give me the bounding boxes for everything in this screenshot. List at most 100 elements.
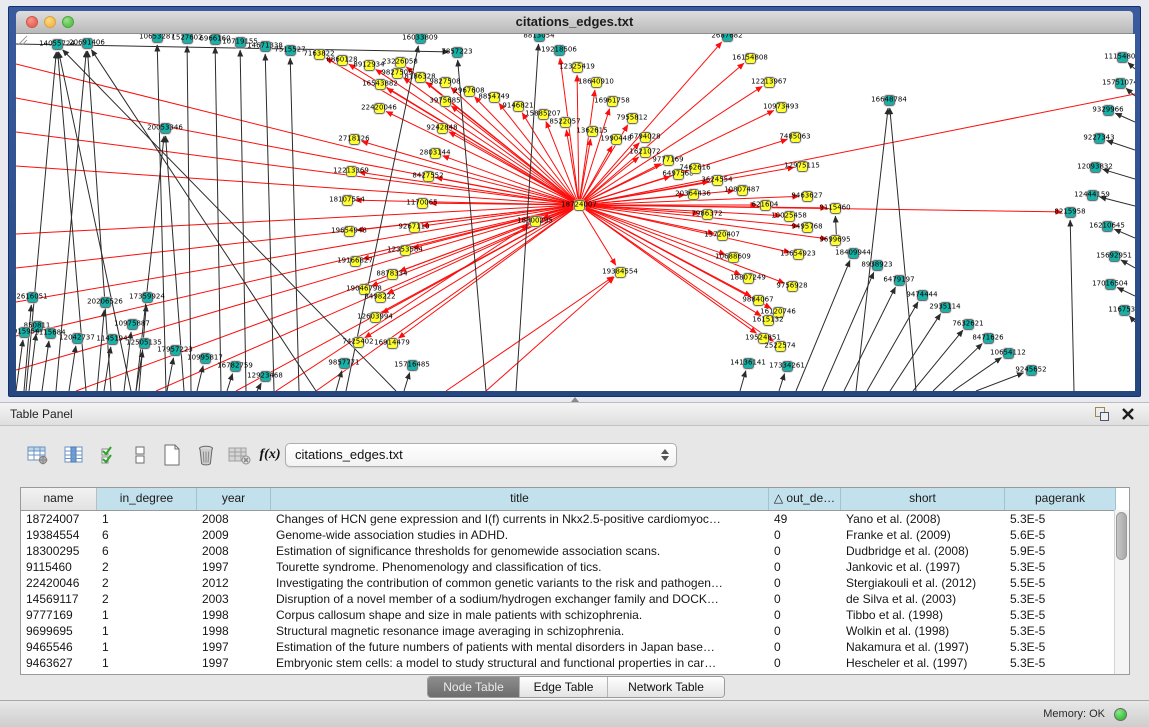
graph-node[interactable]: 15692951 [1109,251,1120,262]
graph-node[interactable]: 6479197 [894,275,905,286]
table-row[interactable]: 1938455462009Genome-wide association stu… [21,527,1129,543]
table-cell[interactable]: 2003 [197,591,271,607]
graph-edge[interactable] [446,277,613,391]
graph-node[interactable]: 2616051 [27,292,38,303]
graph-node[interactable]: 9699695 [830,235,841,246]
table-row[interactable]: 977716911998Corpus callosum shape and si… [21,607,1129,623]
graph-node[interactable]: 19166827 [350,256,361,267]
graph-node[interactable]: 1115684 [45,328,56,339]
graph-node[interactable]: 9474444 [917,290,928,301]
graph-node[interactable]: 8427552 [423,171,434,182]
graph-edge[interactable] [240,50,246,391]
table-cell[interactable]: Hescheler et al. (1997) [841,655,1005,671]
table-cell[interactable]: 14569117 [21,591,97,607]
graph-edge[interactable] [1128,62,1135,69]
table-row[interactable]: 1872400712008Changes of HCN gene express… [21,511,1129,527]
table-cell[interactable]: 18300295 [21,543,97,559]
graph-node[interactable]: 8471626 [983,333,994,344]
graph-edge[interactable] [1070,220,1074,391]
graph-node[interactable]: 9827505 [392,68,403,79]
graph-edge[interactable] [42,341,49,391]
graph-edge[interactable] [486,277,614,391]
graph-node[interactable]: 19524851 [758,333,769,344]
graph-node[interactable]: 9777169 [663,155,674,166]
graph-node[interactable]: 18409944 [848,248,859,259]
table-cell[interactable]: 19384554 [21,527,97,543]
graph-edge[interactable] [387,205,579,294]
network-window-titlebar[interactable]: citations_edges.txt [16,11,1133,34]
graph-edge[interactable] [953,358,1001,391]
graph-edge[interactable] [265,54,274,391]
graph-node[interactable]: 1145194 [107,334,118,345]
graph-edge[interactable] [579,94,1135,205]
graph-node[interactable]: 14671338 [260,41,271,52]
table-cell[interactable]: 1997 [197,655,271,671]
table-cell[interactable]: Genome-wide association studies in ADHD. [271,527,769,543]
table-cell[interactable]: 22420046 [21,575,97,591]
graph-edge[interactable] [16,340,23,391]
graph-node[interactable]: 17957223 [170,345,181,356]
graph-edge[interactable] [1107,141,1135,150]
table-cell[interactable]: 1 [97,639,197,655]
graph-node[interactable]: 12213369 [346,166,357,177]
graph-node[interactable]: 1621072 [640,147,651,158]
graph-node[interactable]: 8215958 [1065,207,1076,218]
graph-edge[interactable] [16,44,449,52]
graph-node[interactable]: 18724007 [574,200,585,211]
table-cell[interactable]: 0 [769,527,841,543]
column-header[interactable]: name [21,488,97,510]
column-header[interactable]: pagerank [1005,488,1116,510]
graph-edge[interactable] [579,205,741,275]
table-cell[interactable]: 1 [97,623,197,639]
table-cell[interactable]: 2008 [197,543,271,559]
graph-node[interactable]: 12505135 [139,338,150,349]
graph-node[interactable]: 3975685 [440,96,451,107]
graph-node[interactable]: 18300295 [530,216,541,227]
table-cell[interactable]: Dudbridge et al. (2008) [841,543,1005,559]
graph-node[interactable]: 2522574 [775,341,786,352]
graph-edge[interactable] [867,302,918,391]
memory-status-led[interactable] [1114,708,1127,721]
tab-network-table[interactable]: Network Table [608,677,724,697]
table-cell[interactable]: 9465546 [21,639,97,655]
table-cell[interactable]: 2 [97,591,197,607]
graph-node[interactable]: 9495768 [802,222,813,233]
graph-node[interactable]: 15720407 [717,230,728,241]
table-cell[interactable]: Changes of HCN gene expression and I(f) … [271,511,769,527]
graph-edge[interactable] [1129,316,1135,322]
graph-node[interactable]: 7425402 [353,337,364,348]
table-cell[interactable]: Tibbo et al. (1998) [841,607,1005,623]
graph-node[interactable]: 12353584 [400,245,411,256]
graph-node[interactable]: 8498222 [375,292,386,303]
table-cell[interactable]: 1997 [197,559,271,575]
graph-node[interactable]: 16782759 [230,361,241,372]
table-cell[interactable]: 0 [769,575,841,591]
graph-node[interactable]: 2967608 [464,86,475,97]
graph-node[interactable]: 3915954 [19,327,30,338]
float-panel-icon[interactable] [1095,407,1109,421]
graph-edge[interactable] [326,58,579,205]
graph-node[interactable]: 7485063 [790,132,801,143]
table-row[interactable]: 2242004622012Investigating the contribut… [21,575,1129,591]
function-builder-icon[interactable]: f(x) [256,441,284,469]
graph-node[interactable]: 20206526 [100,297,111,308]
graph-edge[interactable] [336,371,342,391]
table-vertical-scrollbar[interactable] [1114,510,1129,674]
show-columns-icon[interactable] [60,441,88,469]
graph-node[interactable]: 18107554 [342,195,353,206]
graph-node[interactable]: 2687682 [722,34,733,42]
graph-node[interactable]: 6966160 [210,34,221,45]
graph-node[interactable]: 7632621 [963,319,974,330]
table-cell[interactable]: 5.6E-5 [1005,527,1116,543]
table-cell[interactable]: 5.3E-5 [1005,591,1116,607]
graph-node[interactable]: 621604 [760,200,771,211]
graph-edge[interactable] [16,166,579,205]
graph-node[interactable]: 7163822 [314,49,325,60]
table-cell[interactable]: 5.3E-5 [1005,623,1116,639]
graph-node[interactable]: 16033809 [415,34,426,44]
graph-edge[interactable] [197,366,203,391]
graph-node[interactable]: 18807249 [743,273,754,284]
graph-edge[interactable] [890,108,916,391]
graph-node[interactable]: 17359924 [142,292,153,303]
graph-node[interactable]: 9115460 [830,203,841,214]
